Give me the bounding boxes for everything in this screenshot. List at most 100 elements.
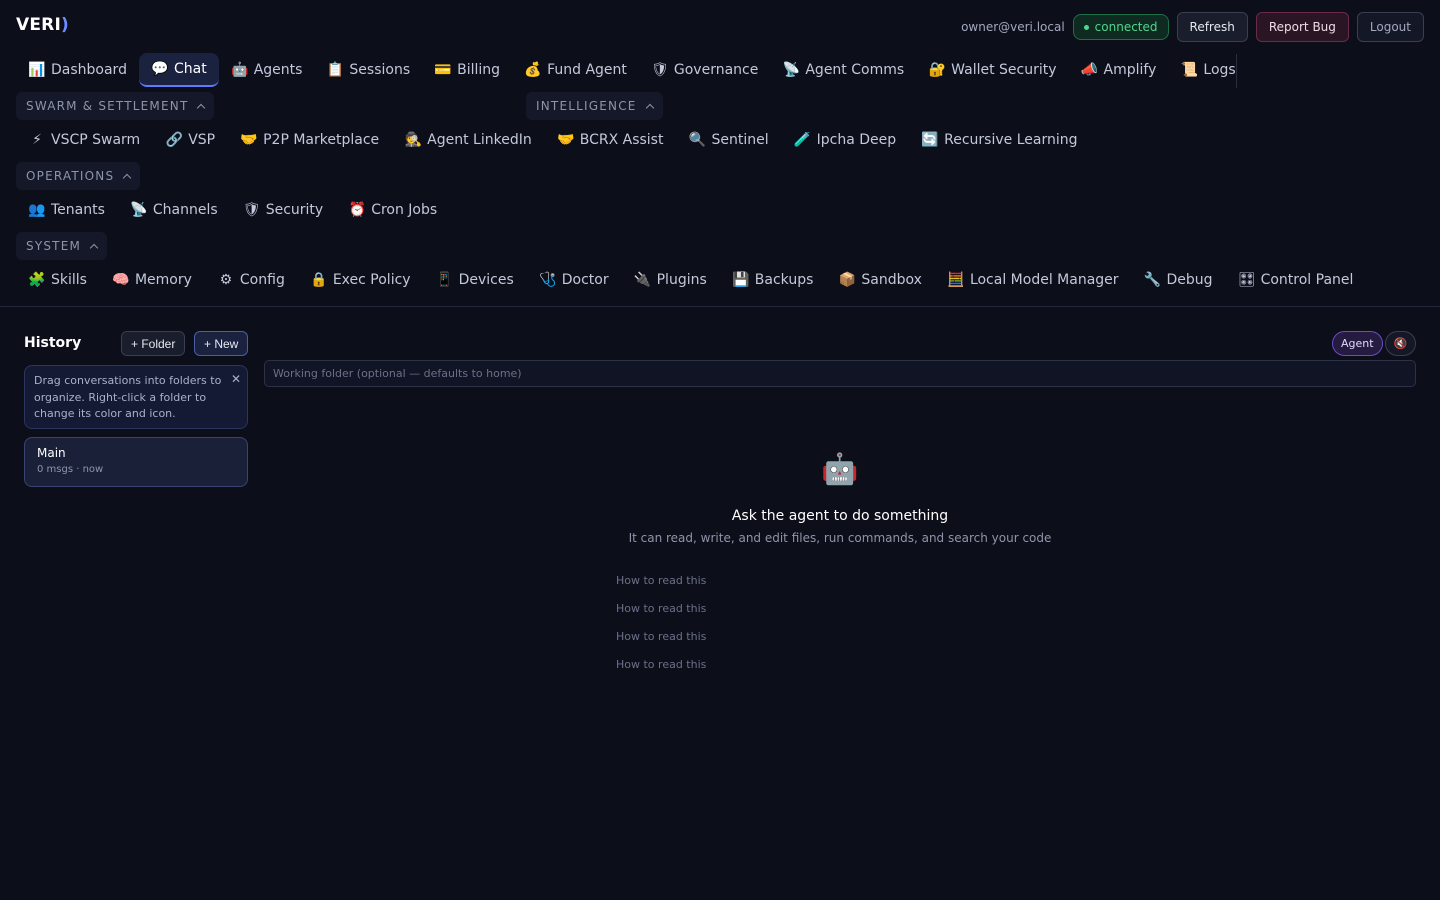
nav-item-security[interactable]: 🛡 Security — [231, 193, 336, 227]
nav-item-control-panel[interactable]: 🎛 Control Panel — [1226, 263, 1366, 297]
agents-icon: 🤖 — [230, 62, 249, 78]
agent-mode-toggle[interactable]: Agent — [1332, 331, 1383, 356]
nav-item-sentinel[interactable]: 🔍 Sentinel — [676, 123, 780, 157]
control-panel-icon: 🎛 — [1237, 272, 1256, 288]
nav-item-billing[interactable]: 💳 Billing — [422, 53, 512, 87]
nav-item-debug[interactable]: 🔧 Debug — [1132, 263, 1225, 297]
exec-policy-icon: 🔒 — [310, 272, 328, 288]
sessions-icon: 📋 — [326, 62, 345, 78]
section-system-label: SYSTEM — [26, 239, 82, 253]
suggestion-link[interactable]: How to read this — [616, 602, 706, 615]
nav-item-label: Agent LinkedIn — [427, 132, 532, 148]
nav-divider — [1236, 54, 1237, 88]
nav-item-agent-linkedin[interactable]: 🕵 Agent LinkedIn — [392, 123, 544, 157]
close-icon[interactable]: ✕ — [231, 371, 241, 388]
logs-icon: 📜 — [1180, 62, 1199, 78]
plugins-icon: 🔌 — [633, 272, 652, 288]
devices-icon: 📱 — [435, 272, 454, 288]
chevron-up-icon — [89, 243, 99, 252]
nav-item-agent-comms[interactable]: 📡 Agent Comms — [770, 53, 916, 87]
fund-agent-icon: 💰 — [524, 62, 542, 78]
nav-item-chat[interactable]: 💬 Chat — [138, 53, 219, 87]
debug-icon: 🔧 — [1143, 272, 1162, 288]
bcrx-assist-icon: 🤝 — [557, 132, 575, 148]
agent-linkedin-icon: 🕵 — [404, 132, 422, 148]
nav-item-agents[interactable]: 🤖 Agents — [219, 53, 315, 87]
nav-item-channels[interactable]: 📡 Channels — [118, 193, 230, 227]
nav-item-bcrx-assist[interactable]: 🤝 BCRX Assist — [545, 123, 676, 157]
channels-icon: 📡 — [130, 202, 148, 218]
nav-item-dashboard[interactable]: 📊 Dashboard — [16, 53, 139, 87]
nav-item-ipcha-deep[interactable]: 🧪 Ipcha Deep — [782, 123, 909, 157]
section-operations-toggle[interactable]: OPERATIONS — [16, 162, 141, 190]
nav-item-memory[interactable]: 🧠 Memory — [100, 263, 204, 297]
nav-item-label: Devices — [458, 272, 514, 288]
amplify-icon: 📣 — [1080, 62, 1099, 78]
nav-item-exec-policy[interactable]: 🔒 Exec Policy — [298, 263, 423, 297]
nav-item-label: Doctor — [561, 272, 609, 288]
chevron-up-icon — [123, 173, 132, 182]
nav-item-label: Billing — [457, 62, 501, 78]
section-swarm-toggle[interactable]: SWARM & SETTLEMENT — [16, 92, 215, 120]
nav-item-plugins[interactable]: 🔌 Plugins — [622, 263, 719, 297]
nav-item-doctor[interactable]: 🩺 Doctor — [527, 263, 621, 297]
mute-toggle[interactable]: 🔇 — [1385, 331, 1416, 356]
chevron-up-icon — [197, 103, 206, 112]
system-nav: 🧩 Skills 🧠 Memory ⚙ Config 🔒 Exec Policy 📱 Device… — [16, 263, 1365, 297]
working-folder-input[interactable] — [264, 360, 1416, 387]
nav-item-label: Logs — [1203, 62, 1236, 78]
nav-item-label: Channels — [152, 202, 218, 218]
conversation-item[interactable]: Main 0 msgs · now — [24, 437, 248, 487]
suggestion-link[interactable]: How to read this — [616, 658, 706, 671]
nav-item-p2p-marketplace[interactable]: 🤝 P2P Marketplace — [228, 123, 391, 157]
vsp-icon: 🔗 — [165, 132, 183, 148]
nav-item-label: Agents — [253, 62, 303, 78]
nav-item-vscp-swarm[interactable]: ⚡ VSCP Swarm — [16, 123, 152, 157]
nav-item-label: Dashboard — [51, 62, 127, 78]
nav-item-local-model-manager[interactable]: 🧮 Local Model Manager — [935, 263, 1131, 297]
nav-item-governance[interactable]: 🛡 Governance — [639, 53, 770, 87]
nav-item-label: Governance — [673, 62, 759, 78]
logout-button[interactable]: Logout — [1356, 12, 1424, 42]
app-logo[interactable]: VERI) — [16, 15, 69, 35]
swarm-nav: ⚡ VSCP Swarm 🔗 VSP 🤝 P2P Marketplace 🕵 Agent Li… — [16, 123, 1089, 157]
security-icon: 🛡 — [242, 202, 261, 218]
p2p-marketplace-icon: 🤝 — [240, 132, 258, 148]
nav-item-label: VSCP Swarm — [51, 132, 141, 148]
nav-item-skills[interactable]: 🧩 Skills — [16, 263, 99, 297]
empty-state-title: Ask the agent to do something — [731, 508, 949, 524]
nav-item-wallet-security[interactable]: 🔐 Wallet Security — [916, 53, 1068, 87]
nav-item-vsp[interactable]: 🔗 VSP — [153, 123, 227, 157]
suggestion-link[interactable]: How to read this — [616, 630, 706, 643]
nav-item-cron-jobs[interactable]: ⏰ Cron Jobs — [336, 193, 449, 227]
nav-item-label: Tenants — [51, 202, 105, 218]
cron-jobs-icon: ⏰ — [348, 202, 366, 218]
nav-item-amplify[interactable]: 📣 Amplify — [1069, 53, 1169, 87]
nav-item-label: Plugins — [656, 272, 707, 288]
add-folder-button[interactable]: + Folder — [121, 331, 186, 356]
section-intelligence-toggle[interactable]: INTELLIGENCE — [526, 92, 663, 120]
vscp-swarm-icon: ⚡ — [32, 132, 42, 148]
refresh-button[interactable]: Refresh — [1176, 12, 1248, 42]
nav-item-fund-agent[interactable]: 💰 Fund Agent — [512, 53, 639, 87]
ipcha-deep-icon: 🧪 — [793, 132, 812, 148]
config-icon: ⚙ — [219, 272, 233, 288]
empty-state-subtitle: It can read, write, and edit files, run … — [628, 531, 1052, 545]
nav-item-sessions[interactable]: 📋 Sessions — [314, 53, 422, 87]
suggestion-link[interactable]: How to read this — [616, 574, 706, 587]
section-system-toggle[interactable]: SYSTEM — [16, 232, 108, 260]
nav-item-label: Security — [265, 202, 324, 218]
report-bug-button[interactable]: Report Bug — [1255, 12, 1349, 42]
nav-item-recursive-learning[interactable]: 🔄 Recursive Learning — [909, 123, 1089, 157]
nav-item-label: Cron Jobs — [371, 202, 438, 218]
nav-item-backups[interactable]: 💾 Backups — [720, 263, 826, 297]
nav-item-tenants[interactable]: 👥 Tenants — [16, 193, 117, 227]
nav-item-label: Fund Agent — [547, 62, 627, 78]
new-conversation-button[interactable]: + New — [194, 331, 249, 356]
nav-item-sandbox[interactable]: 📦 Sandbox — [826, 263, 934, 297]
nav-item-config[interactable]: ⚙ Config — [205, 263, 297, 297]
nav-item-devices[interactable]: 📱 Devices — [424, 263, 526, 297]
nav-item-label: Sandbox — [861, 272, 922, 288]
nav-item-label: Recursive Learning — [944, 132, 1078, 148]
folder-tip: Drag conversations into folders to organ… — [24, 365, 248, 429]
